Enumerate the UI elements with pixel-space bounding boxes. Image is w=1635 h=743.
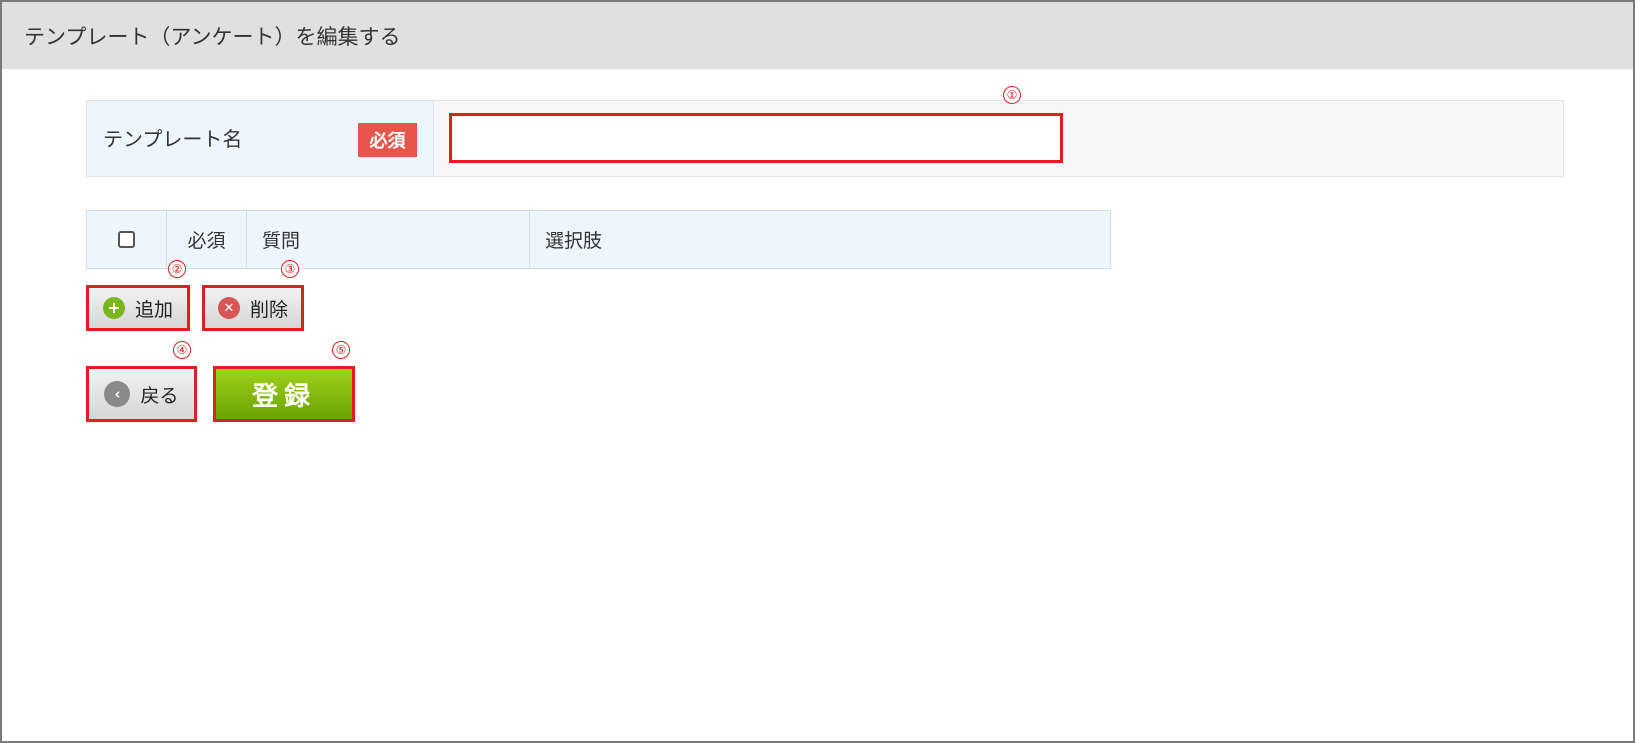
template-name-input[interactable] (449, 113, 1063, 163)
edit-template-window: テンプレート（アンケート）を編集する テンプレート名 必須 ① 必須 質問 選択… (0, 0, 1635, 743)
chevron-left-icon: ‹ (104, 381, 131, 407)
back-button-label: 戻る (140, 384, 179, 407)
callout-3: ③ (281, 260, 299, 278)
back-button[interactable]: ‹ 戻る (86, 366, 197, 422)
add-button-label: 追加 (134, 298, 173, 321)
question-table-header: 必須 質問 選択肢 (86, 210, 1111, 269)
add-button[interactable]: + 追加 (86, 285, 190, 331)
required-badge: 必須 (358, 123, 417, 157)
close-icon: ✕ (217, 297, 240, 319)
callout-5: ⑤ (332, 341, 350, 359)
column-choices: 選択肢 (545, 230, 603, 252)
callout-4: ④ (173, 341, 191, 359)
select-all-checkbox[interactable] (118, 231, 135, 248)
template-name-row: テンプレート名 必須 (86, 100, 1564, 177)
submit-button[interactable]: 登録 (213, 366, 355, 422)
delete-button-label: 削除 (249, 298, 288, 321)
callout-1: ① (1003, 86, 1021, 104)
page-header: テンプレート（アンケート）を編集する (2, 2, 1633, 69)
plus-icon: + (102, 297, 125, 319)
template-name-label-cell: テンプレート名 必須 (87, 101, 434, 176)
page-title: テンプレート（アンケート）を編集する (24, 24, 401, 49)
delete-button[interactable]: ✕ 削除 (202, 285, 304, 331)
select-all-cell (87, 211, 167, 268)
template-name-label: テンプレート名 (103, 127, 243, 151)
submit-button-label: 登録 (251, 381, 316, 412)
callout-2: ② (168, 260, 186, 278)
